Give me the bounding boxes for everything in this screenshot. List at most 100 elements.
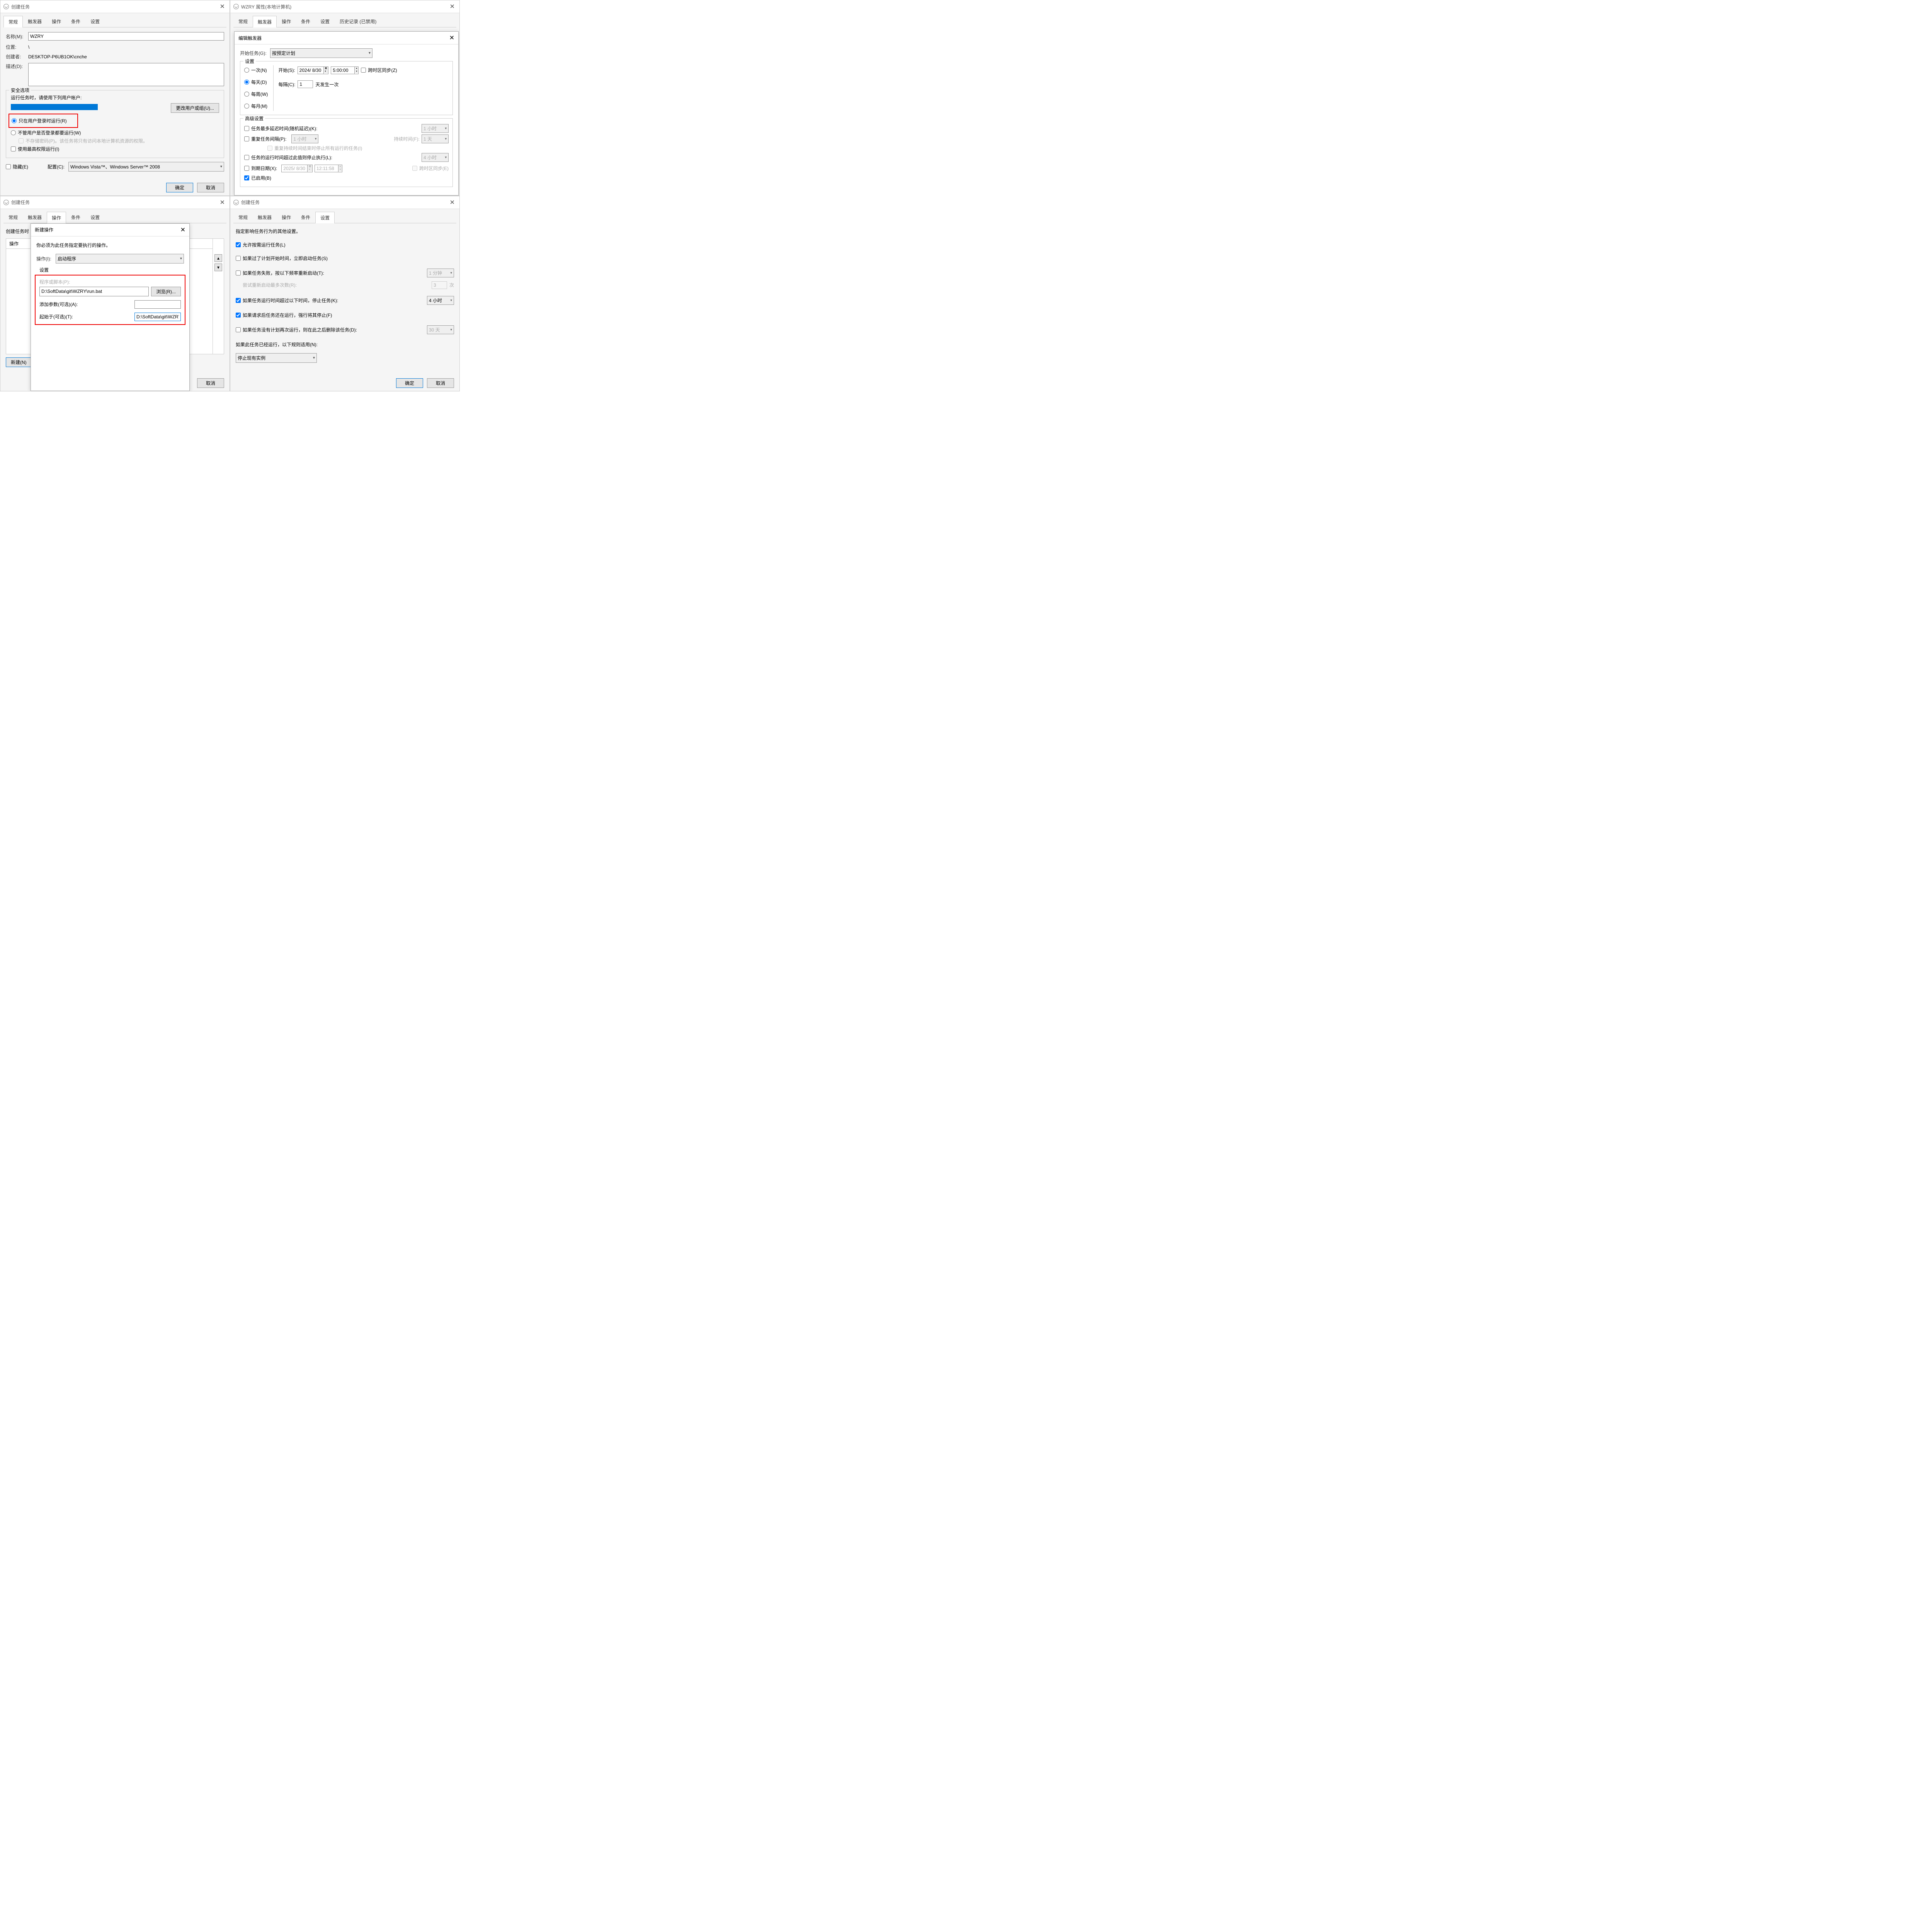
cancel-button[interactable]: 取消 xyxy=(197,183,224,192)
name-input[interactable] xyxy=(28,32,224,41)
tab-conditions[interactable]: 条件 xyxy=(66,15,85,27)
close-icon[interactable]: ✕ xyxy=(448,3,456,10)
edit-trigger-modal: 编辑触发器 ✕ 开始任务(G): 按预定计划▾ 设置 一次(N) 每天(D) xyxy=(234,31,459,196)
dur-combo: 1 天▾ xyxy=(422,134,449,143)
chk-repeat[interactable] xyxy=(244,136,249,141)
settings-title: 设置 xyxy=(243,58,256,65)
start-time[interactable] xyxy=(331,66,355,74)
title: 创建任务 xyxy=(241,199,448,206)
chk-priv[interactable] xyxy=(11,146,16,151)
highlight-red-box: 程序或脚本(P): 浏览(R)... 添加参数(可选)(A): 起始于(可选)(… xyxy=(35,275,185,325)
ok-button[interactable]: 确定 xyxy=(396,378,423,388)
close-icon[interactable]: ✕ xyxy=(218,199,226,206)
tab-conditions[interactable]: 条件 xyxy=(66,211,85,223)
rule-label: 如果此任务已经运行，以下规则适用(N): xyxy=(236,341,454,348)
chk-ondemand[interactable] xyxy=(236,242,241,247)
new-button[interactable]: 新建(N) xyxy=(6,357,32,367)
radio-any-label: 不管用户是否登录都要运行(W) xyxy=(18,129,81,136)
action-select[interactable]: 启动程序▾ xyxy=(56,254,184,264)
pane-create-task-actions: 创建任务 ✕ 常规 触发器 操作 条件 设置 创建任务时 操作 ▴ ▾ 新建(N… xyxy=(0,196,230,392)
security-group: 安全选项 运行任务时，请使用下列用户帐户: 更改用户或组(U)... 只在用户登… xyxy=(6,90,224,158)
clock-icon xyxy=(3,200,9,205)
tab-settings[interactable]: 设置 xyxy=(315,15,335,27)
tab-settings[interactable]: 设置 xyxy=(85,15,105,27)
chk-tz[interactable] xyxy=(361,68,366,73)
close-icon[interactable]: ✕ xyxy=(448,199,456,206)
cancel-button[interactable]: 取消 xyxy=(197,378,224,388)
tab-general[interactable]: 常规 xyxy=(3,211,23,223)
move-up-button[interactable]: ▴ xyxy=(214,254,222,262)
tab-history[interactable]: 历史记录 (已禁用) xyxy=(335,15,381,27)
change-user-button[interactable]: 更改用户或组(U)... xyxy=(171,103,219,113)
startin-input[interactable] xyxy=(134,313,181,321)
repeat-combo: 1 小时▾ xyxy=(291,134,318,143)
prog-input[interactable] xyxy=(39,287,149,296)
chk-runiflate[interactable] xyxy=(236,256,241,261)
radio-once[interactable] xyxy=(244,68,249,73)
chk-expire[interactable] xyxy=(244,166,249,171)
tab-actions[interactable]: 操作 xyxy=(47,15,66,27)
radio-any[interactable] xyxy=(11,130,16,135)
tab-triggers[interactable]: 触发器 xyxy=(23,211,47,223)
chk-force[interactable] xyxy=(236,313,241,318)
move-down-button[interactable]: ▾ xyxy=(214,264,222,271)
chevron-down-icon: ▾ xyxy=(313,356,315,360)
start-date[interactable] xyxy=(298,66,324,74)
chk-stop[interactable] xyxy=(244,155,249,160)
radio-daily[interactable] xyxy=(244,80,249,85)
title: 创建任务 xyxy=(11,199,218,206)
cancel-button[interactable]: 取消 xyxy=(427,378,454,388)
args-input[interactable] xyxy=(134,300,181,309)
tab-settings[interactable]: 设置 xyxy=(85,211,105,223)
rule-select[interactable]: 停止现有实例▾ xyxy=(236,353,317,363)
clock-icon xyxy=(3,4,9,9)
tab-general[interactable]: 常规 xyxy=(3,16,23,27)
tab-actions[interactable]: 操作 xyxy=(47,212,66,223)
chk-stoplong[interactable] xyxy=(236,298,241,303)
tab-triggers[interactable]: 触发器 xyxy=(253,16,277,27)
clock-icon xyxy=(233,200,239,205)
every-input[interactable] xyxy=(298,80,313,88)
chk-nopw xyxy=(19,138,24,143)
location-label: 位置: xyxy=(6,44,28,50)
chk-nopw-label: 不存储密码(P)。该任务将只有访问本地计算机资源的权限。 xyxy=(26,138,148,144)
tab-conditions[interactable]: 条件 xyxy=(296,211,315,223)
radio-monthly[interactable] xyxy=(244,104,249,109)
tab-actions[interactable]: 操作 xyxy=(277,15,296,27)
every-label: 每隔(C): xyxy=(278,81,295,88)
cal-icon[interactable]: ▦ xyxy=(324,67,328,70)
tab-triggers[interactable]: 触发器 xyxy=(23,15,47,27)
chk-restart[interactable] xyxy=(236,270,241,275)
pane-create-task-settings: 创建任务 ✕ 常规 触发器 操作 条件 设置 指定影响任务行为的其他设置。 允许… xyxy=(230,196,460,392)
creator-value: DESKTOP-P6UB1OK\cnche xyxy=(28,54,87,60)
security-line: 运行任务时，请使用下列用户帐户: xyxy=(11,94,219,101)
browse-button[interactable]: 浏览(R)... xyxy=(151,287,181,296)
radio-logged-on[interactable] xyxy=(12,118,17,123)
delay-combo: 1 小时▾ xyxy=(422,124,449,133)
config-value: Windows Vista™、Windows Server™ 2008 xyxy=(70,163,160,170)
tab-actions[interactable]: 操作 xyxy=(277,211,296,223)
tab-settings[interactable]: 设置 xyxy=(315,212,335,223)
expire-time xyxy=(315,165,338,172)
close-icon[interactable]: ✕ xyxy=(218,3,226,10)
radio-weekly[interactable] xyxy=(244,92,249,97)
desc-label: 描述(D): xyxy=(6,63,28,70)
chk-delay[interactable] xyxy=(244,126,249,131)
ok-button[interactable]: 确定 xyxy=(166,183,193,192)
tab-conditions[interactable]: 条件 xyxy=(296,15,315,27)
chk-hidden[interactable] xyxy=(6,164,11,169)
chk-enabled[interactable] xyxy=(244,175,249,180)
tab-general[interactable]: 常规 xyxy=(233,15,253,27)
close-icon[interactable]: ✕ xyxy=(449,34,454,42)
chk-delete[interactable] xyxy=(236,327,241,332)
begin-select[interactable]: 按预定计划▾ xyxy=(270,48,372,58)
desc-input[interactable] xyxy=(28,63,224,86)
close-icon[interactable]: ✕ xyxy=(180,226,185,234)
stoplong-combo[interactable]: 4 小时▾ xyxy=(427,296,454,305)
security-title: 安全选项 xyxy=(9,87,31,94)
config-select[interactable]: Windows Vista™、Windows Server™ 2008 ▾ xyxy=(68,162,224,172)
settings-title: 设置 xyxy=(39,267,184,273)
tab-triggers[interactable]: 触发器 xyxy=(253,211,277,223)
expire-date xyxy=(281,165,308,172)
tab-general[interactable]: 常规 xyxy=(233,211,253,223)
